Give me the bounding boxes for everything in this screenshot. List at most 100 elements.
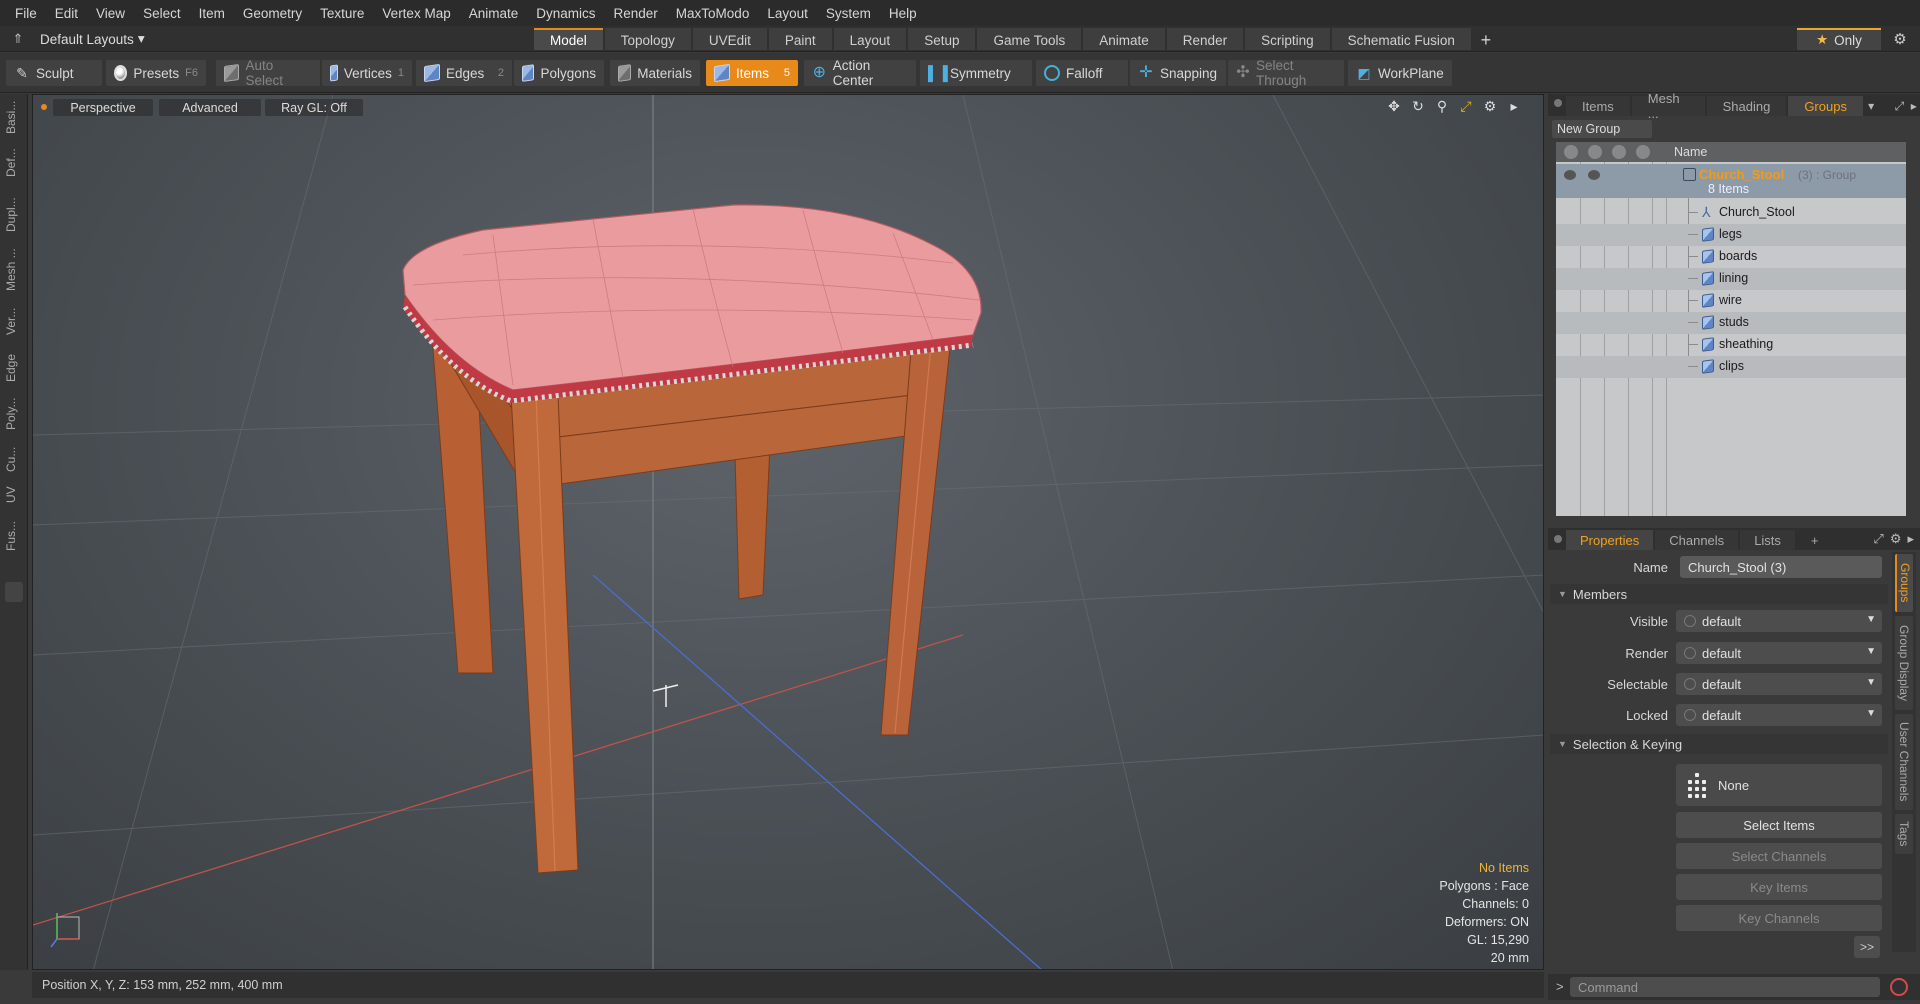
snapping-button[interactable]: ✛ Snapping [1130, 60, 1226, 86]
select-column-icon[interactable] [1636, 145, 1650, 159]
left-tab-mesh[interactable]: Mesh ... [4, 246, 24, 294]
panel-pin-icon[interactable] [1554, 535, 1562, 543]
tree-item-church-stool[interactable]: ⅄ Church_Stool [1556, 202, 1906, 224]
left-tab-curve[interactable]: Cu... [4, 442, 24, 476]
visibility-column-icon[interactable] [1564, 145, 1578, 159]
tab-shading[interactable]: Shading [1706, 96, 1787, 116]
tree-group-row[interactable]: Church_Stool (3) : Group 8 Items [1556, 164, 1906, 198]
menu-select[interactable]: Select [134, 6, 190, 21]
tab-layout[interactable]: Layout [833, 28, 907, 50]
auto-select-button[interactable]: Auto Select [216, 58, 320, 88]
select-items-button[interactable]: Select Items [1676, 812, 1882, 838]
left-strip-toggle-button[interactable] [5, 582, 23, 602]
only-button[interactable]: ★ Only [1797, 28, 1881, 50]
play-arrow-icon[interactable]: ▸ [1505, 98, 1523, 115]
3d-viewport[interactable]: Perspective Advanced Ray GL: Off ✥ ↻ ⚲ ⤢… [32, 94, 1544, 970]
menu-geometry[interactable]: Geometry [234, 6, 311, 21]
shading-mode-dropdown[interactable]: Advanced [159, 99, 261, 116]
tab-mesh[interactable]: Mesh ... [1631, 91, 1705, 121]
workplane-button[interactable]: ◩ WorkPlane [1348, 60, 1452, 86]
menu-vertex-map[interactable]: Vertex Map [373, 6, 459, 21]
locked-select[interactable]: default ▼ [1676, 704, 1882, 726]
view-mode-dropdown[interactable]: Perspective [53, 99, 153, 116]
command-input[interactable] [1570, 977, 1880, 997]
raygl-toggle[interactable]: Ray GL: Off [265, 99, 363, 116]
tree-item-boards[interactable]: boards [1556, 246, 1906, 268]
maximize-icon[interactable]: ⤢ [1457, 98, 1475, 115]
menu-file[interactable]: File [6, 6, 46, 21]
menu-edit[interactable]: Edit [46, 6, 87, 21]
render-column-icon[interactable] [1588, 145, 1602, 159]
side-tab-group-display[interactable]: Group Display [1895, 616, 1913, 710]
left-tab-deform[interactable]: Def... [4, 142, 24, 184]
action-center-button[interactable]: ⊕ Action Center [804, 58, 916, 88]
chevron-right-icon[interactable]: ▸ [1908, 96, 1920, 116]
polygons-button[interactable]: Polygons [514, 60, 604, 86]
gear-icon[interactable]: ⚙ [1890, 531, 1902, 547]
presets-button[interactable]: Presets F6 [106, 60, 206, 86]
menu-render[interactable]: Render [605, 6, 667, 21]
key-items-button[interactable]: Key Items [1676, 874, 1882, 900]
visible-select[interactable]: default ▼ [1676, 610, 1882, 632]
side-tab-tags[interactable]: Tags [1895, 814, 1913, 854]
viewport-menu-dot[interactable] [41, 104, 47, 110]
tab-topology[interactable]: Topology [604, 28, 691, 50]
name-column-header[interactable]: Name [1674, 145, 1707, 159]
select-channels-button[interactable]: Select Channels [1676, 843, 1882, 869]
tab-setup[interactable]: Setup [908, 28, 976, 50]
tab-lists[interactable]: Lists [1740, 530, 1795, 550]
tree-item-clips[interactable]: clips [1556, 356, 1906, 378]
menu-maxtomodo[interactable]: MaxToModo [667, 6, 759, 21]
tab-animate[interactable]: Animate [1083, 28, 1165, 50]
tree-item-wire[interactable]: wire [1556, 290, 1906, 312]
tab-paint[interactable]: Paint [768, 28, 832, 50]
settings-icon[interactable]: ⚙ [1481, 98, 1499, 115]
menu-view[interactable]: View [87, 6, 134, 21]
edges-button[interactable]: Edges 2 [416, 60, 512, 86]
side-tab-user-channels[interactable]: User Channels [1895, 714, 1913, 810]
new-group-button[interactable]: New Group [1552, 120, 1652, 138]
menu-item[interactable]: Item [190, 6, 234, 21]
tree-item-sheathing[interactable]: sheathing [1556, 334, 1906, 356]
selectable-select[interactable]: default ▼ [1676, 673, 1882, 695]
chevron-down-icon[interactable]: ▾ [1865, 96, 1877, 116]
panel-pin-icon[interactable] [1554, 99, 1562, 107]
tree-item-studs[interactable]: studs [1556, 312, 1906, 334]
materials-button[interactable]: Materials [610, 60, 700, 86]
left-tab-polygon[interactable]: Poly... [4, 392, 24, 436]
left-tab-vertex[interactable]: Ver... [4, 300, 24, 342]
render-select[interactable]: default ▼ [1676, 642, 1882, 664]
tab-schematic-fusion[interactable]: Schematic Fusion [1331, 28, 1471, 50]
items-button[interactable]: Items 5 [706, 60, 798, 86]
tab-groups[interactable]: Groups [1788, 96, 1863, 116]
tab-game-tools[interactable]: Game Tools [977, 28, 1082, 50]
menu-dynamics[interactable]: Dynamics [527, 6, 604, 21]
tab-render[interactable]: Render [1166, 28, 1244, 50]
menu-animate[interactable]: Animate [460, 6, 528, 21]
key-channels-button[interactable]: Key Channels [1676, 905, 1882, 931]
gear-icon[interactable]: ⚙ [1890, 30, 1910, 48]
select-through-button[interactable]: ✣ Select Through [1228, 58, 1344, 88]
expand-up-icon[interactable]: ⇑ [10, 31, 26, 47]
expand-panel-icon[interactable]: ⤢ [1893, 96, 1905, 116]
left-tab-fusion[interactable]: Fus... [4, 514, 24, 558]
selection-keying-section[interactable]: ▼ Selection & Keying [1550, 734, 1888, 754]
rotate-icon[interactable]: ↻ [1409, 98, 1427, 115]
name-field[interactable]: Church_Stool (3) [1680, 556, 1882, 578]
vertices-button[interactable]: Vertices 1 [322, 60, 412, 86]
add-tab-button[interactable]: + [1797, 530, 1833, 550]
menu-layout[interactable]: Layout [758, 6, 817, 21]
eye-icon[interactable] [1564, 170, 1576, 180]
more-button[interactable]: >> [1854, 936, 1880, 958]
tree-item-lining[interactable]: lining [1556, 268, 1906, 290]
left-tab-basic[interactable]: Basi... [4, 98, 24, 136]
tab-items[interactable]: Items [1566, 96, 1630, 116]
tab-properties[interactable]: Properties [1566, 530, 1654, 550]
tab-model[interactable]: Model [534, 28, 603, 50]
tab-uvedit[interactable]: UVEdit [692, 28, 767, 50]
expand-panel-icon[interactable]: ⤢ [1873, 531, 1883, 547]
pan-icon[interactable]: ✥ [1385, 98, 1403, 115]
side-tab-groups[interactable]: Groups [1895, 554, 1913, 612]
menu-help[interactable]: Help [880, 6, 926, 21]
selection-set-none-button[interactable]: None [1676, 764, 1882, 806]
